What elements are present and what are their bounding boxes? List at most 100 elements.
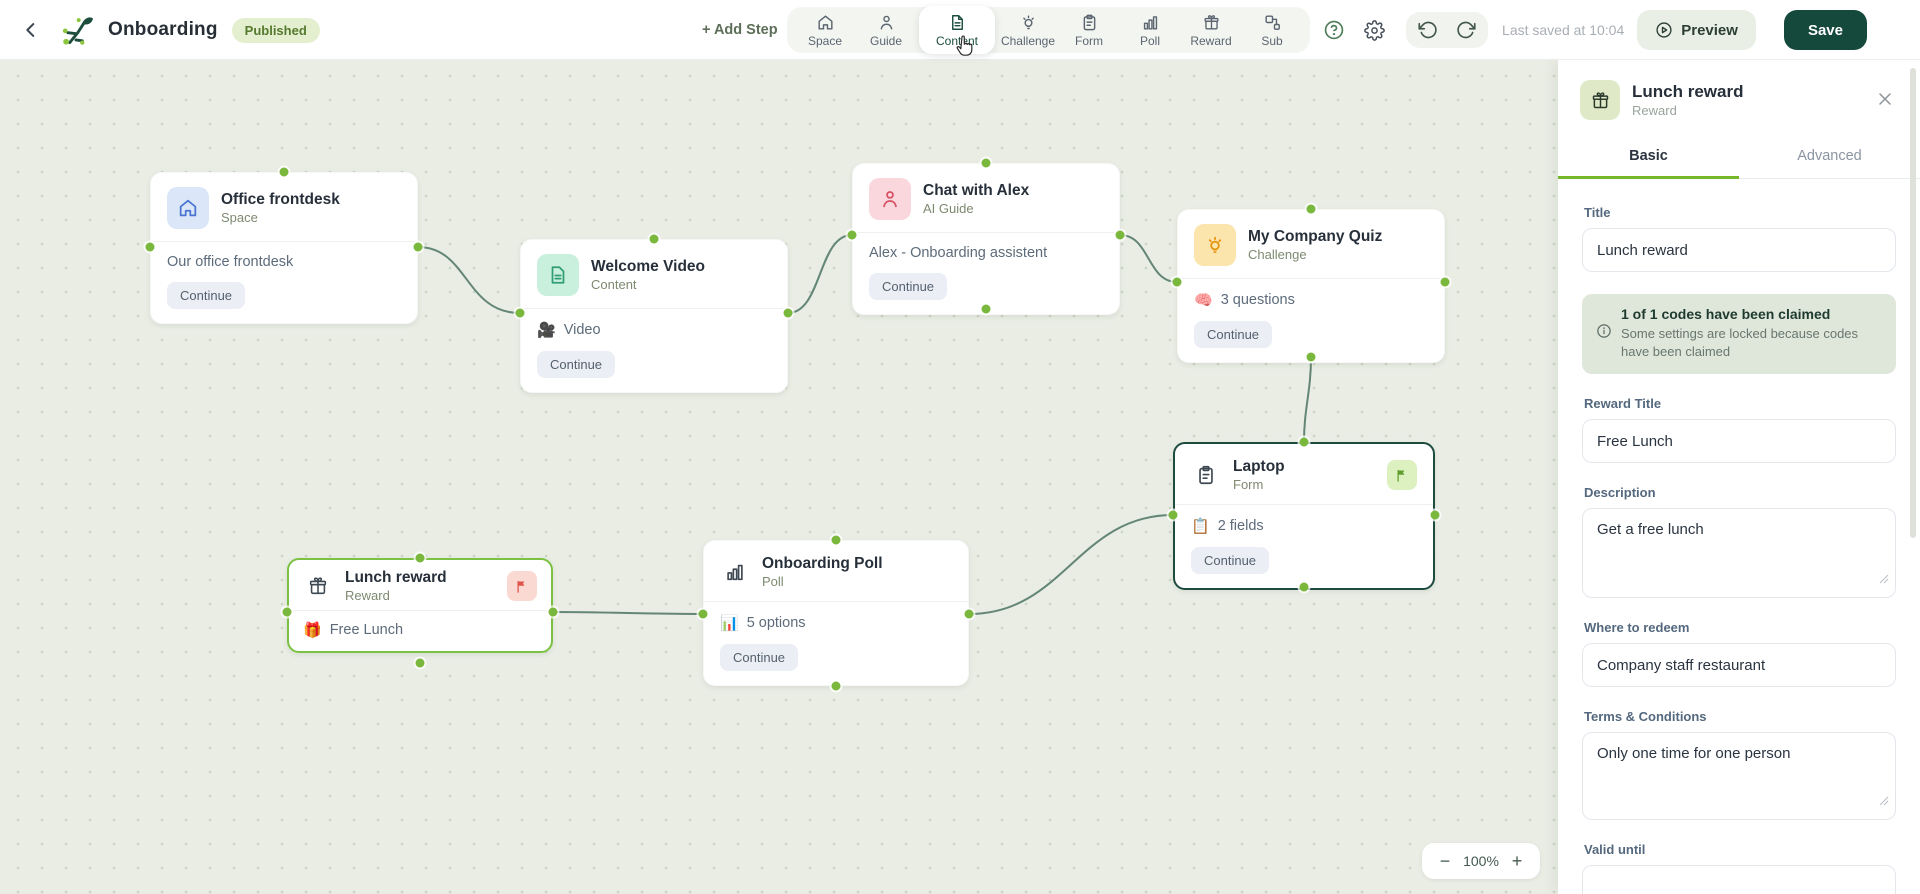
- description-label: Description: [1584, 485, 1656, 501]
- terms-label: Terms & Conditions: [1584, 709, 1707, 725]
- connection-handle[interactable]: [415, 553, 425, 563]
- tab-advanced[interactable]: Advanced: [1739, 136, 1920, 178]
- tool-space[interactable]: Space: [795, 9, 855, 52]
- description-textarea[interactable]: Get a free lunch: [1582, 508, 1896, 599]
- connection-handle[interactable]: [1306, 352, 1316, 362]
- connection-handle[interactable]: [698, 609, 708, 619]
- tool-sub[interactable]: Sub: [1242, 9, 1302, 52]
- node-type: Reward: [345, 588, 390, 603]
- title-label: Title: [1584, 205, 1611, 220]
- valid-until-input[interactable]: [1582, 865, 1896, 894]
- tool-reward[interactable]: Reward: [1181, 9, 1241, 52]
- node-onboarding-poll[interactable]: Onboarding Poll Poll 📊 5 options Continue: [703, 540, 969, 686]
- connection-handle[interactable]: [415, 658, 425, 668]
- connection-handle[interactable]: [981, 304, 991, 314]
- panel-tabs: Basic Advanced: [1558, 136, 1920, 179]
- connection-handle[interactable]: [1306, 204, 1316, 214]
- redo-button[interactable]: [1454, 18, 1478, 42]
- back-button[interactable]: [18, 17, 44, 43]
- node-my-company-quiz[interactable]: My Company Quiz Challenge 🧠 3 questions C…: [1177, 209, 1445, 363]
- connection-handle[interactable]: [649, 234, 659, 244]
- node-office-frontdesk[interactable]: Office frontdesk Space Our office frontd…: [150, 172, 418, 324]
- node-summary: 📋 2 fields: [1191, 518, 1264, 535]
- connection-handle[interactable]: [783, 308, 793, 318]
- home-icon: [817, 14, 833, 30]
- document-icon: [537, 254, 579, 296]
- help-button[interactable]: [1320, 16, 1348, 44]
- node-summary: 🎥 Video: [537, 322, 601, 339]
- tool-guide[interactable]: Guide: [856, 9, 916, 52]
- home-icon: [167, 187, 209, 229]
- continue-chip[interactable]: Continue: [1191, 547, 1270, 574]
- tool-content[interactable]: Content: [919, 6, 995, 54]
- connection-handle[interactable]: [548, 607, 558, 617]
- connection-handle[interactable]: [1168, 510, 1178, 520]
- page-title: Onboarding: [108, 19, 218, 40]
- connection-handle[interactable]: [831, 535, 841, 545]
- connection-handle[interactable]: [279, 167, 289, 177]
- connection-handle[interactable]: [1299, 582, 1309, 592]
- save-button[interactable]: Save: [1783, 10, 1867, 50]
- edge-laptop-to-poll: [968, 514, 1174, 615]
- edge-office-to-video: [417, 246, 521, 314]
- connection-handle[interactable]: [515, 308, 525, 318]
- gift-icon: [1203, 14, 1219, 30]
- zoom-in-button[interactable]: +: [1506, 851, 1528, 872]
- node-welcome-video[interactable]: Welcome Video Content 🎥 Video Continue: [520, 239, 788, 393]
- connection-handle[interactable]: [282, 607, 292, 617]
- continue-chip[interactable]: Continue: [869, 273, 948, 300]
- tool-form[interactable]: Form: [1059, 9, 1119, 52]
- where-to-redeem-input[interactable]: [1582, 643, 1896, 688]
- panel-scrollbar[interactable]: [1910, 68, 1916, 538]
- node-laptop[interactable]: Laptop Form 📋 2 fields Continue: [1173, 442, 1435, 590]
- connection-handle[interactable]: [1440, 277, 1450, 287]
- continue-chip[interactable]: Continue: [537, 351, 616, 378]
- tool-challenge[interactable]: Challenge: [998, 9, 1058, 52]
- where-to-redeem-label: Where to redeem: [1584, 620, 1690, 636]
- node-title: Laptop: [1233, 458, 1285, 475]
- codes-claimed-notice: 1 of 1 codes have been claimed Some sett…: [1582, 294, 1896, 375]
- node-title: Onboarding Poll: [762, 555, 883, 572]
- connection-handle[interactable]: [964, 609, 974, 619]
- node-chat-with-alex[interactable]: Chat with Alex AI Guide Alex - Onboardin…: [852, 163, 1120, 315]
- connection-handle[interactable]: [1299, 437, 1309, 447]
- connection-handle[interactable]: [847, 230, 857, 240]
- history-controls: [1406, 12, 1489, 48]
- tool-poll[interactable]: Poll: [1120, 9, 1180, 52]
- title-input[interactable]: [1582, 228, 1896, 272]
- person-icon: [880, 15, 892, 30]
- panel-subtitle: Reward: [1632, 103, 1677, 118]
- node-lunch-reward[interactable]: Lunch reward Reward 🎁 Free Lunch: [287, 558, 553, 653]
- brain-emoji: 🧠: [1194, 292, 1213, 309]
- tab-basic[interactable]: Basic: [1558, 136, 1739, 179]
- continue-chip[interactable]: Continue: [1194, 321, 1273, 348]
- notice-text: Some settings are locked because codes h…: [1621, 326, 1859, 359]
- zoom-out-button[interactable]: −: [1434, 851, 1456, 872]
- close-panel-button[interactable]: [1872, 87, 1898, 113]
- add-step-button[interactable]: + Add Step: [702, 0, 778, 60]
- connection-handle[interactable]: [1430, 510, 1440, 520]
- continue-chip[interactable]: Continue: [720, 644, 799, 671]
- resize-handle-icon[interactable]: [1879, 571, 1889, 589]
- clipboard-emoji: 📋: [1191, 518, 1210, 535]
- preview-button[interactable]: Preview: [1637, 10, 1756, 50]
- settings-button[interactable]: [1360, 16, 1388, 44]
- terms-textarea[interactable]: Only one time for one person: [1582, 732, 1896, 821]
- connection-handle[interactable]: [1172, 277, 1182, 287]
- node-title: Welcome Video: [591, 258, 705, 275]
- connection-handle[interactable]: [145, 242, 155, 252]
- undo-button[interactable]: [1416, 18, 1440, 42]
- step-type-toolbar: Space Guide Content Challenge Form Poll: [787, 6, 1310, 54]
- node-summary: Our office frontdesk: [167, 254, 294, 270]
- continue-chip[interactable]: Continue: [167, 282, 246, 309]
- reward-title-input[interactable]: [1582, 419, 1896, 464]
- connection-handle[interactable]: [831, 681, 841, 691]
- node-type: AI Guide: [923, 201, 974, 216]
- connection-handle[interactable]: [1115, 230, 1125, 240]
- info-icon: [1596, 323, 1612, 360]
- resize-handle-icon[interactable]: [1879, 793, 1889, 811]
- node-summary: 📊 5 options: [720, 615, 806, 632]
- connection-handle[interactable]: [981, 158, 991, 168]
- last-saved-text: Last saved at 10:04: [1502, 22, 1625, 38]
- connection-handle[interactable]: [413, 242, 423, 252]
